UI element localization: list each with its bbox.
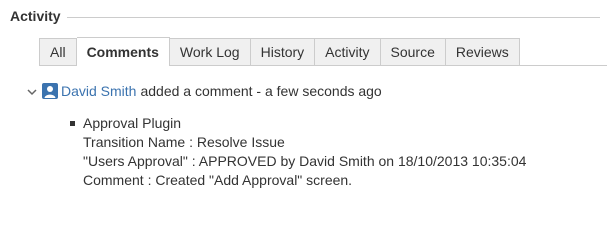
comment-action-text: added a comment - a few seconds ago <box>140 83 382 99</box>
bullet-icon <box>70 121 75 126</box>
comment-header: David Smith added a comment - a few seco… <box>26 83 382 99</box>
chevron-down-icon[interactable] <box>26 85 38 97</box>
tab-source[interactable]: Source <box>380 38 446 65</box>
comment-text-line: Comment : Created "Add Approval" screen. <box>83 172 353 188</box>
tab-reviews[interactable]: Reviews <box>445 38 520 65</box>
tab-comments[interactable]: Comments <box>76 37 170 66</box>
section-divider <box>66 16 600 18</box>
tab-all[interactable]: All <box>39 38 77 65</box>
tab-history[interactable]: History <box>250 38 316 65</box>
approval-status-line: "Users Approval" : APPROVED by David Smi… <box>83 153 527 169</box>
author-link[interactable]: David Smith <box>61 83 136 99</box>
comment-body: Approval Plugin Transition Name : Resolv… <box>70 114 526 190</box>
activity-section-header: Activity <box>10 8 600 24</box>
tab-work-log[interactable]: Work Log <box>169 38 251 65</box>
transition-name-line: Transition Name : Resolve Issue <box>83 134 285 150</box>
tab-activity[interactable]: Activity <box>315 38 381 65</box>
list-item: Approval Plugin <box>70 114 526 133</box>
section-title: Activity <box>10 8 61 24</box>
activity-tabs: All Comments Work Log History Activity S… <box>39 37 607 66</box>
bullet-text: Approval Plugin <box>83 115 182 131</box>
avatar-icon <box>42 83 58 99</box>
